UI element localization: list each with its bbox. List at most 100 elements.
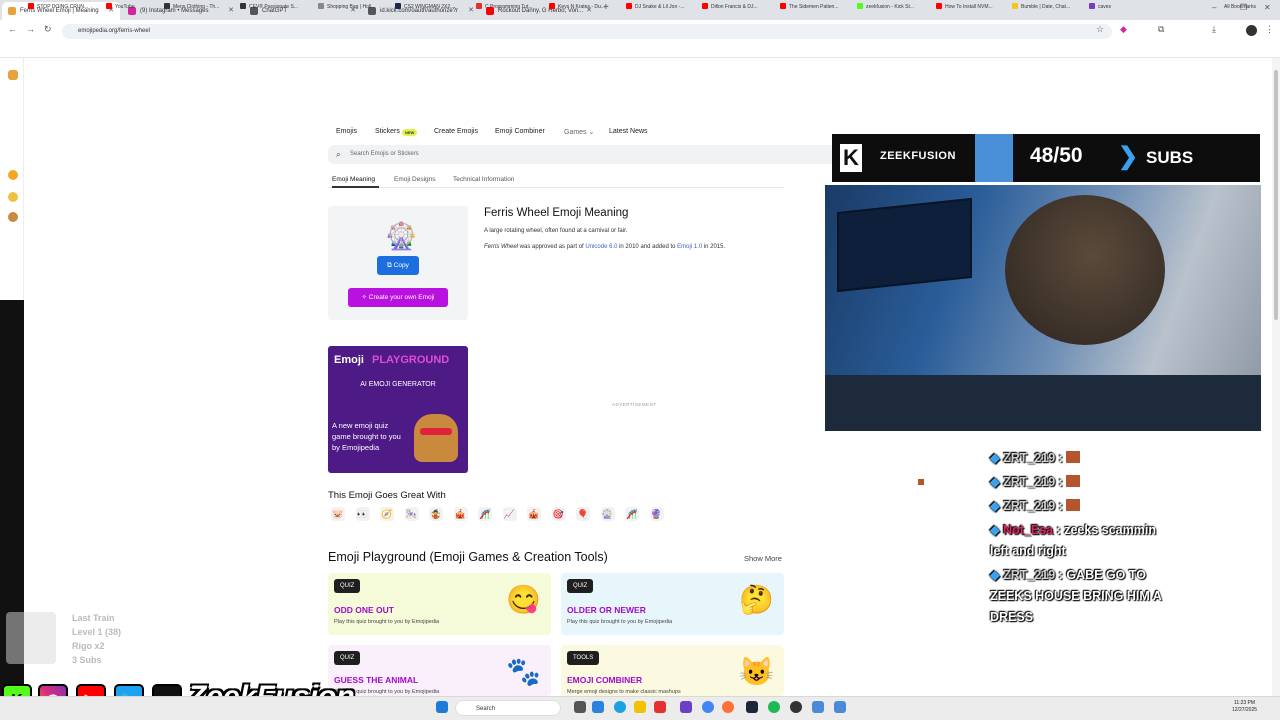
url-field[interactable]: emojipedia.org/ferris-wheel (62, 24, 1112, 39)
sidebar-emoji-icon[interactable] (8, 212, 18, 222)
bookmark-item[interactable]: zeekfusion - Kick St... (857, 3, 914, 12)
playground-card[interactable]: QUIZ ODD ONE OUT Play this quiz brought to… (328, 573, 551, 635)
tab-favicon-icon (8, 7, 16, 15)
create-emoji-button[interactable]: ✧ Create your own Emoji (348, 288, 448, 307)
related-emoji[interactable]: 🎠 (404, 507, 419, 521)
related-emoji[interactable]: 👀 (355, 507, 370, 521)
close-tab-icon[interactable]: ✕ (228, 2, 234, 20)
app-icon[interactable] (834, 701, 846, 713)
card-description: Play this quiz brought to you by Emojipe… (334, 619, 440, 625)
bookmark-item[interactable]: Shopping Bag | Holl... (318, 3, 375, 12)
firefox-icon[interactable] (722, 701, 734, 713)
emoji-playground-promo[interactable]: Emoji PLAYGROUND AI EMOJI GENERATOR A ne… (328, 346, 468, 473)
store-icon[interactable] (654, 701, 666, 713)
bookmark-item[interactable]: STOP DOING CRUN... (28, 3, 88, 12)
nav-emoji-combiner[interactable]: Emoji Combiner (495, 128, 545, 135)
steam-icon[interactable] (746, 701, 758, 713)
obs-icon[interactable] (790, 701, 802, 713)
advertisement-label: ADVERTISEMENT (612, 402, 657, 407)
back-icon[interactable]: ← (8, 24, 17, 34)
reload-icon[interactable]: ↻ (44, 24, 52, 35)
tab-emoji-meaning[interactable]: Emoji Meaning (332, 176, 375, 183)
related-emoji[interactable]: 🎪 (453, 507, 468, 521)
sidebar-app-icon[interactable] (8, 70, 18, 80)
file-explorer-icon[interactable] (634, 701, 646, 713)
chrome-icon[interactable] (702, 701, 714, 713)
sidebar-emoji-icon[interactable] (8, 192, 18, 202)
menu-icon[interactable]: ⋮ (1265, 24, 1274, 35)
emoji-description: A large rotating wheel, often found at a… (484, 228, 628, 234)
close-window-button[interactable]: ✕ (1264, 3, 1271, 12)
playground-card[interactable]: QUIZ OLDER OR NEWER Play this quiz brought… (561, 573, 784, 635)
tab-emoji-designs[interactable]: Emoji Designs (394, 176, 436, 183)
spotify-icon[interactable] (768, 701, 780, 713)
related-emoji[interactable]: 📈 (502, 507, 517, 521)
extension-icon[interactable]: ◆ (1120, 24, 1127, 35)
show-more-link[interactable]: Show More (744, 554, 782, 563)
star-icon[interactable]: ☆ (1096, 24, 1104, 35)
related-emoji[interactable]: 🎡 (600, 507, 615, 521)
bookmark-item[interactable]: How To Install NVM... (936, 3, 993, 12)
bookmark-item[interactable]: Keys N Krates - Du... (549, 3, 605, 12)
scrollbar-thumb[interactable] (1274, 70, 1278, 320)
windows-start-icon[interactable] (436, 701, 448, 713)
bookmark-item[interactable]: Bumble | Date, Chat... (1012, 3, 1070, 12)
nav-create-emojis[interactable]: Create Emojis (434, 128, 478, 135)
related-emoji[interactable]: 🐷 (331, 507, 345, 521)
bookmark-item[interactable]: Mens Clothing - Th... (164, 3, 219, 12)
close-tab-icon[interactable]: ✕ (468, 2, 474, 20)
sub-count: 48/50 (1030, 144, 1083, 167)
bookmark-favicon-icon (476, 3, 482, 9)
playground-card[interactable]: QUIZ GUESS THE ANIMAL Play this quiz broug… (328, 645, 551, 696)
forward-icon[interactable]: → (26, 24, 35, 34)
bookmark-item[interactable]: CS2 WINGMAN 2X2... (395, 3, 454, 12)
related-emoji[interactable]: 🎢 (625, 507, 639, 521)
bookmark-item[interactable]: C Programming Tut... (476, 3, 533, 12)
minimize-button[interactable]: – (1212, 3, 1216, 12)
bookmark-item[interactable]: CEV® Passionate S... (240, 3, 298, 12)
nav-stickers[interactable]: Stickers (375, 128, 400, 135)
extensions-puzzle-icon[interactable]: ⧉ (1158, 24, 1164, 35)
related-emoji[interactable]: 🧭 (380, 507, 394, 521)
nav-emojis[interactable]: Emojis (336, 128, 357, 135)
taskbar-search[interactable]: Search (455, 700, 561, 716)
emote-icon (1066, 451, 1081, 463)
related-emoji[interactable]: 🤹 (429, 507, 443, 521)
unicode-link[interactable]: Unicode 6.0 (585, 244, 617, 250)
bookmark-favicon-icon (1089, 3, 1095, 9)
emoji-version-link[interactable]: Emoji 1.0 (677, 244, 702, 250)
app-icon[interactable] (812, 701, 824, 713)
bookmark-item[interactable]: caves (1089, 3, 1111, 12)
playground-card[interactable]: TOOLS EMOJI COMBINER Merge emoji designs t… (561, 645, 784, 696)
download-icon[interactable]: ⤓ (1212, 24, 1216, 35)
bookmark-item[interactable]: Dillon Francis & DJ... (702, 3, 758, 12)
discord-icon[interactable] (680, 701, 692, 713)
bookmark-label: Dillon Francis & DJ... (711, 4, 758, 10)
copy-button[interactable]: ⧉ Copy (377, 256, 419, 275)
related-emoji[interactable]: 🎢 (478, 507, 492, 521)
bookmarks-bar (0, 42, 1280, 58)
tab-technical-information[interactable]: Technical Information (453, 176, 514, 183)
bookmark-favicon-icon (936, 3, 942, 9)
text: in 2010 and added to (617, 244, 678, 250)
nav-latest-news[interactable]: Latest News (609, 128, 648, 135)
edge-icon[interactable] (614, 701, 626, 713)
all-bookmarks[interactable]: All Bookmarks (1224, 3, 1256, 12)
bookmark-item[interactable]: The Sidemen Patien... (780, 3, 838, 12)
task-view-icon[interactable] (574, 701, 586, 713)
related-emoji[interactable]: 🎯 (551, 507, 566, 521)
sidebar-emoji-icon[interactable] (8, 170, 18, 180)
related-emoji[interactable]: 🔮 (649, 507, 664, 521)
related-emoji[interactable]: 🎈 (576, 507, 590, 521)
related-emoji[interactable]: 🎪 (527, 507, 541, 521)
bookmark-favicon-icon (164, 3, 170, 9)
avatar[interactable] (1246, 25, 1257, 36)
nav-games[interactable]: Games ⌄ (564, 128, 594, 136)
chat-separator: : (1055, 568, 1067, 582)
copilot-icon[interactable] (592, 701, 604, 713)
search-input[interactable]: ⌕ Search Emojis or Stickers (328, 145, 838, 164)
system-clock[interactable]: 11:23 PM 12/27/2025 (1232, 700, 1257, 714)
bookmark-item[interactable]: YouTube (106, 3, 135, 12)
search-label: Search (476, 706, 496, 712)
bookmark-item[interactable]: DJ Snake & Lil Jon -... (626, 3, 684, 12)
